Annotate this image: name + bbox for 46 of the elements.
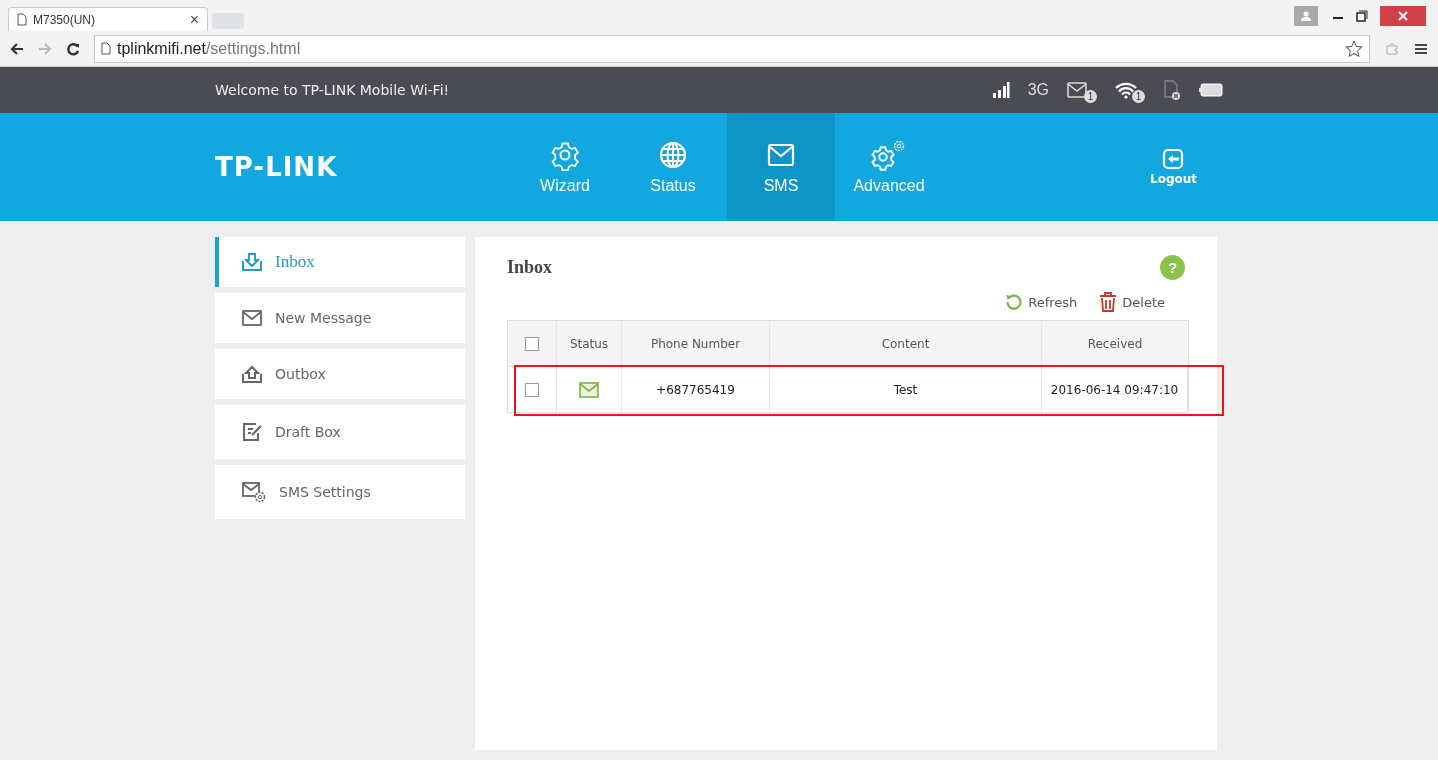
select-all-checkbox[interactable]	[525, 336, 539, 351]
sidebar-item[interactable]: Inbox	[215, 237, 465, 287]
sidebar-item[interactable]: New Message	[215, 293, 465, 343]
outbox-icon	[241, 364, 263, 384]
sd-card-icon	[1163, 80, 1181, 100]
panel-title: Inbox	[507, 257, 553, 278]
nav-tab[interactable]: SMS	[727, 113, 835, 221]
edit-icon	[241, 421, 263, 443]
battery-icon	[1199, 83, 1223, 97]
page-icon	[101, 42, 111, 55]
signal-icon	[991, 82, 1010, 98]
sidebar-item[interactable]: Draft Box	[215, 405, 465, 459]
row-checkbox[interactable]	[525, 382, 539, 397]
table-cell: 2016-06-14 09:47:10	[1050, 382, 1179, 397]
menu-icon[interactable]	[1414, 42, 1428, 55]
close-icon[interactable]	[1380, 5, 1426, 26]
logout-icon	[1162, 148, 1185, 170]
sidebar-item[interactable]: SMS Settings	[215, 465, 465, 519]
address-bar[interactable]: tplinkmifi.net/settings.html	[94, 34, 1370, 63]
refresh-icon	[1005, 293, 1024, 311]
column-header: Phone Number	[650, 336, 741, 351]
inbox-icon	[241, 252, 263, 272]
table-cell: Test	[893, 382, 918, 397]
reload-icon[interactable]	[66, 41, 80, 56]
trash-icon	[1099, 292, 1118, 312]
envelope-gear-icon	[241, 481, 267, 503]
back-icon[interactable]	[10, 42, 24, 55]
sidebar-item[interactable]: Outbox	[215, 349, 465, 399]
column-header: Content	[881, 336, 930, 351]
column-header: Received	[1087, 336, 1143, 351]
network-type: 3G	[1027, 81, 1049, 99]
envelope-icon	[241, 309, 263, 327]
page-icon	[17, 13, 27, 26]
delete-button[interactable]: Delete	[1099, 292, 1165, 312]
column-header: Status	[569, 336, 609, 351]
browser-tab[interactable]: M7350(UN) ×	[8, 7, 208, 31]
logo: TP-LINK	[215, 152, 339, 182]
welcome-text: Welcome to TP-LINK Mobile Wi-Fi!	[215, 82, 450, 98]
table-cell: +687765419	[656, 382, 735, 397]
close-icon[interactable]: ×	[189, 10, 199, 29]
user-icon[interactable]	[1294, 5, 1318, 26]
tab-title: M7350(UN)	[33, 12, 96, 27]
star-icon[interactable]	[1345, 39, 1363, 58]
globe-icon	[657, 139, 689, 171]
restore-icon[interactable]	[1356, 9, 1368, 22]
refresh-button[interactable]: Refresh	[1005, 292, 1078, 312]
